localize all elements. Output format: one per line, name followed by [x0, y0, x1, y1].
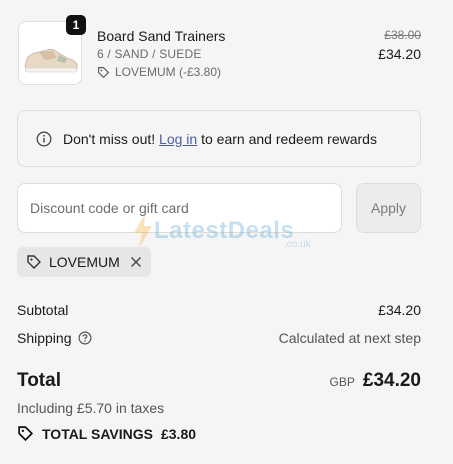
tag-icon [98, 66, 110, 78]
rewards-notice: Don't miss out! Log in to earn and redee… [17, 110, 421, 167]
total-label: Total [17, 370, 61, 391]
savings-label: TOTAL SAVINGS [42, 425, 153, 442]
total-savings: TOTAL SAVINGS £3.80 [17, 425, 196, 442]
subtotal-value: £34.20 [378, 302, 421, 318]
discount-code-input[interactable] [17, 183, 342, 233]
notice-lead: Don't miss out! [63, 130, 156, 147]
tag-icon [27, 255, 41, 269]
apply-button[interactable]: Apply [356, 183, 421, 233]
taxes-note: Including £5.70 in taxes [17, 400, 165, 416]
notice-trail: to earn and redeem rewards [201, 130, 377, 147]
line-discount: LOVEMUM (-£3.80) [97, 65, 221, 79]
applied-code-label: LOVEMUM [49, 254, 120, 270]
savings-value: £3.80 [160, 425, 197, 442]
original-price: £38.00 [384, 28, 421, 42]
quantity-badge: 1 [66, 15, 86, 35]
item-price: £34.20 [378, 46, 421, 62]
tag-icon [18, 426, 34, 442]
subtotal-label: Subtotal [17, 302, 69, 318]
login-link[interactable]: Log in [159, 131, 197, 147]
applied-code-chip: LOVEMUM [17, 247, 151, 277]
question-icon[interactable] [77, 331, 92, 345]
close-icon[interactable] [130, 256, 142, 268]
product-title: Board Sand Trainers [97, 28, 226, 44]
total-value: £34.20 [362, 370, 421, 391]
subtotal-row: Subtotal £34.20 [17, 302, 421, 318]
total-row: Total GBP £34.20 [17, 370, 421, 392]
shipping-row: Shipping Calculated at next step [17, 330, 421, 346]
info-icon [36, 131, 52, 146]
currency-code: GBP [329, 375, 355, 389]
product-variant: 6 / SAND / SUEDE [97, 47, 202, 61]
line-discount-label: LOVEMUM (-£3.80) [115, 65, 222, 79]
watermark-sub: .co.uk [284, 239, 311, 250]
shipping-value: Calculated at next step [278, 330, 421, 346]
shipping-label: Shipping [17, 330, 72, 346]
